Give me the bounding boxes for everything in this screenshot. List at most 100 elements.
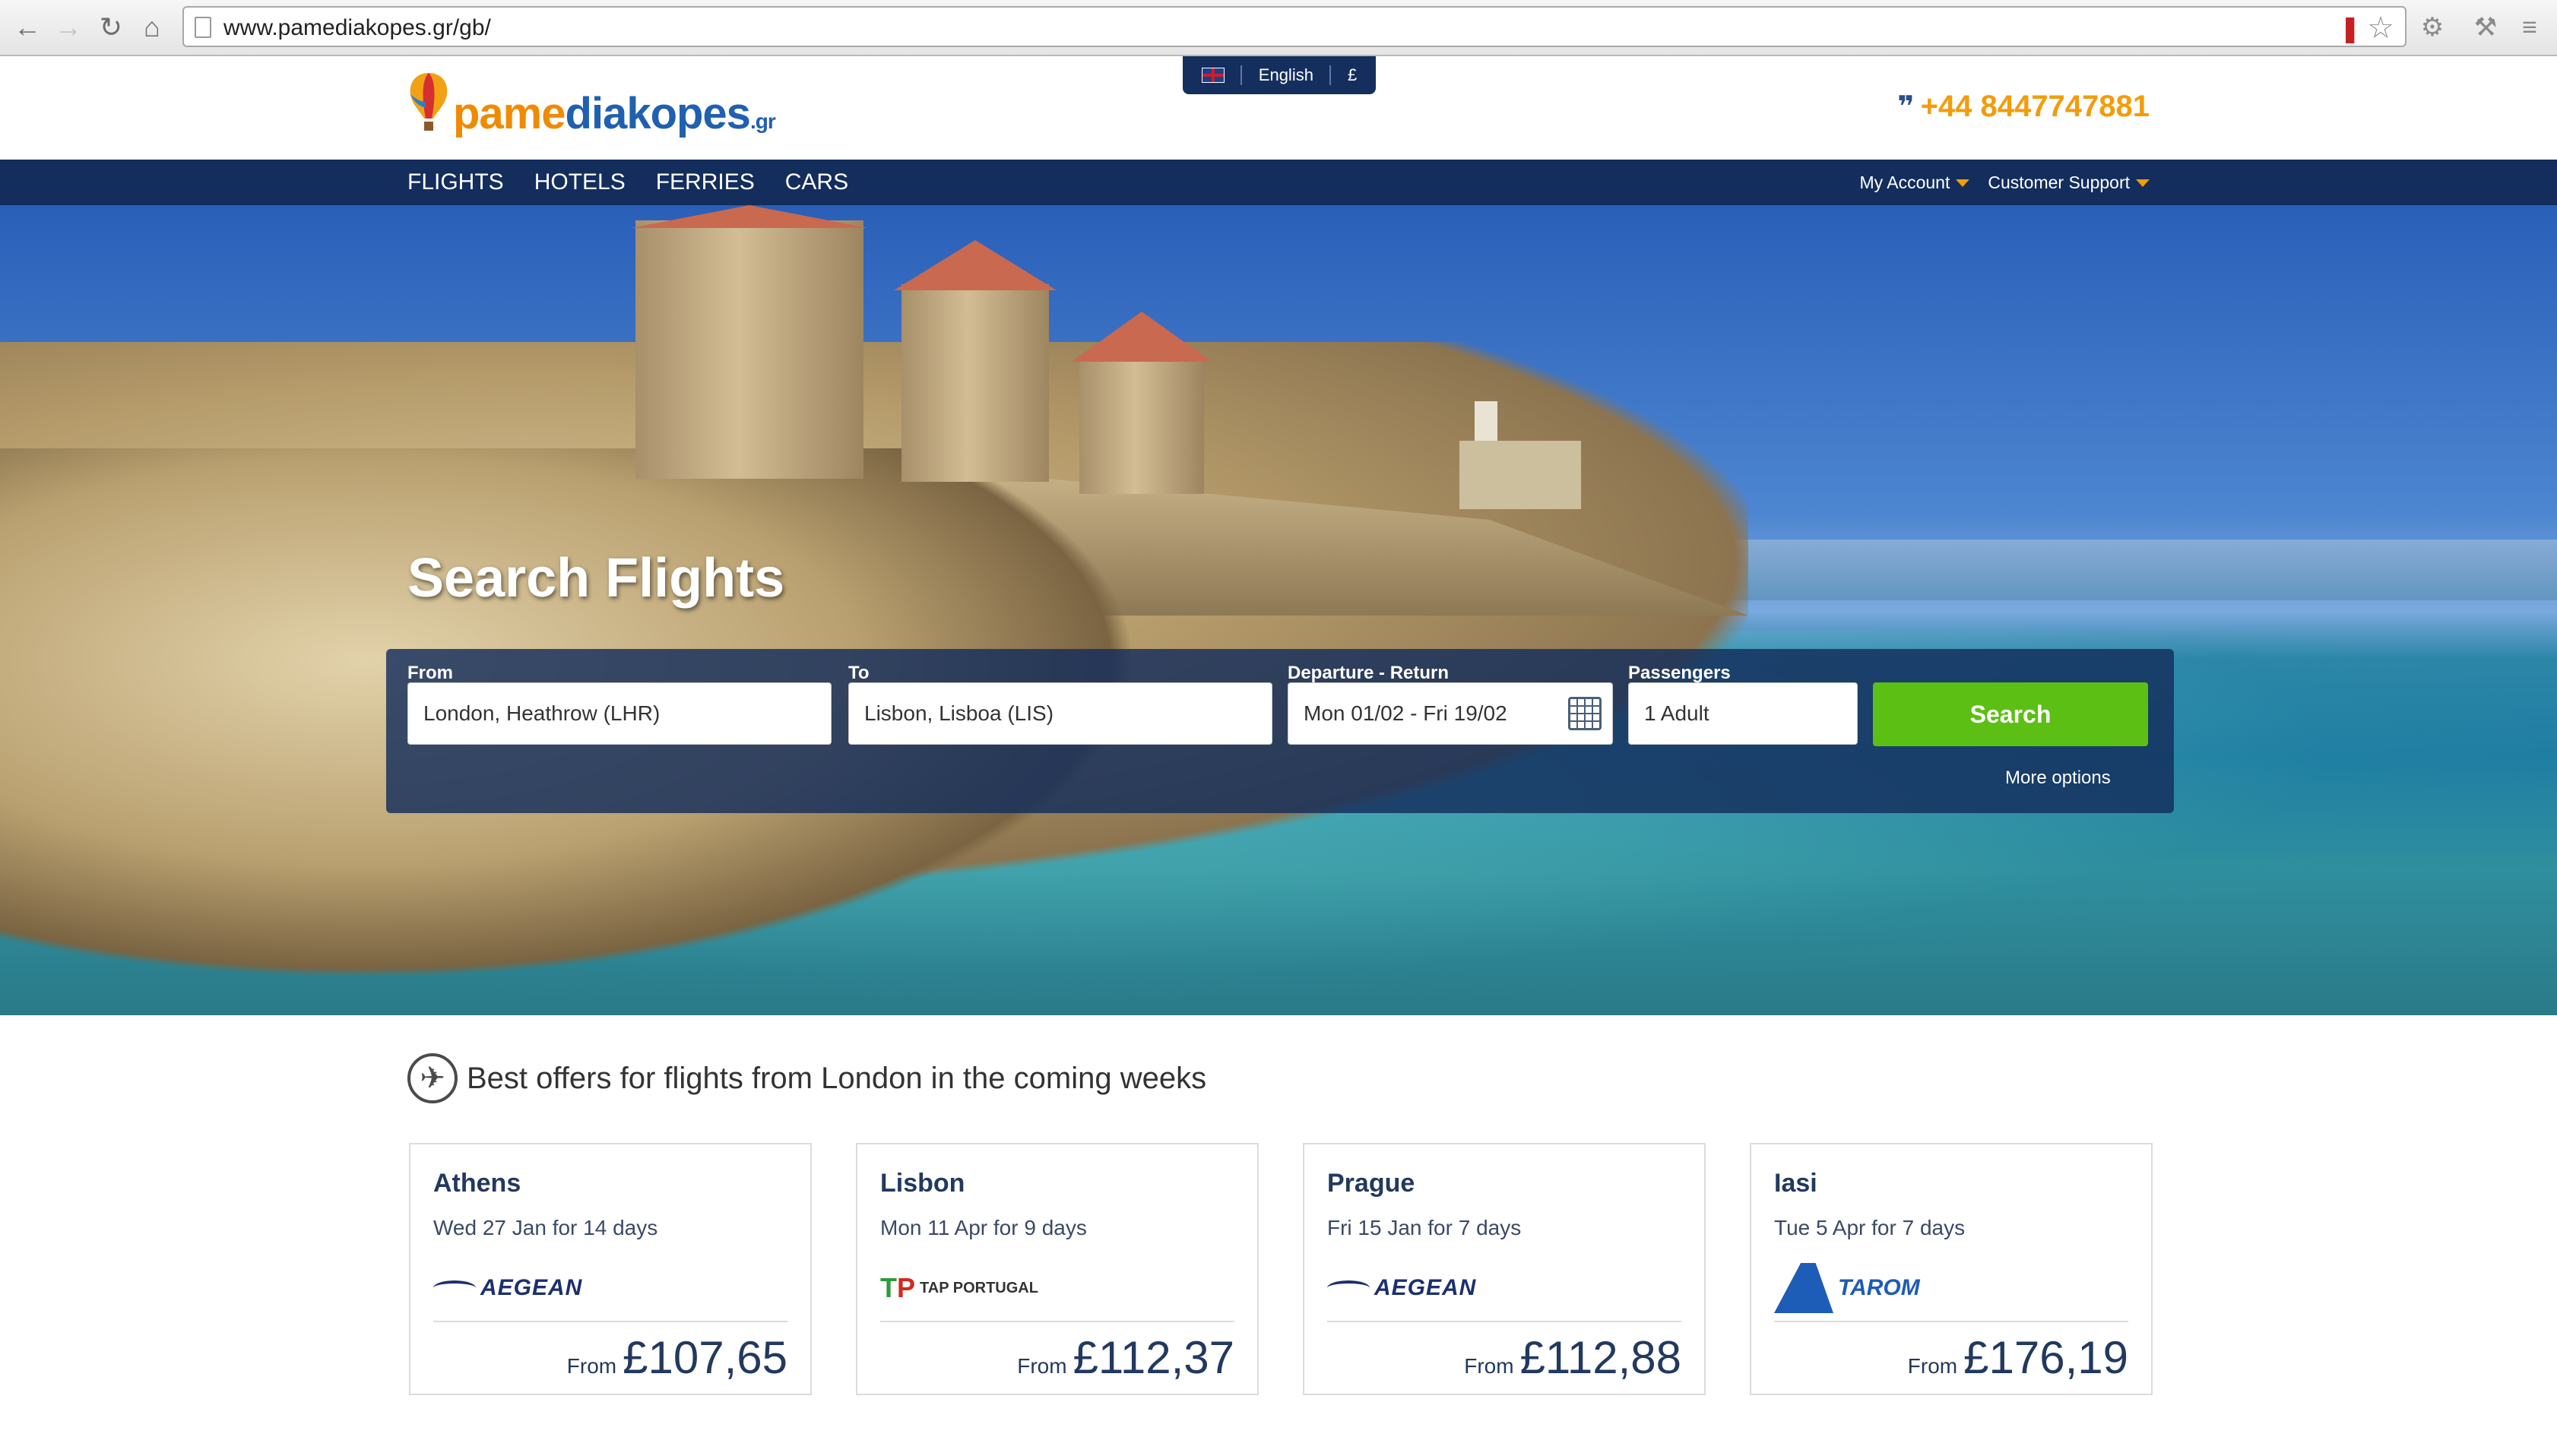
divider [433, 1321, 787, 1322]
airline-logo: TP TAP PORTUGAL [880, 1269, 1038, 1307]
divider [1329, 65, 1332, 85]
my-account-menu[interactable]: My Account [1859, 173, 1970, 193]
chevron-down-icon [1956, 179, 1970, 188]
passengers-input[interactable]: 1 Adult [1628, 682, 1858, 745]
airline-name: TAROM [1838, 1275, 1920, 1300]
phone-contact[interactable]: ❞ +44 8447747881 [1897, 90, 2150, 124]
price-prefix: From [566, 1354, 617, 1378]
offer-card-athens[interactable]: Athens Wed 27 Jan for 14 days AEGEAN Fro… [409, 1143, 812, 1395]
offers-title: Best offers for flights from London in t… [467, 1061, 1207, 1095]
currency-label[interactable]: £ [1348, 65, 1357, 85]
from-label: From [407, 663, 453, 683]
divider [1240, 65, 1243, 85]
phone-number[interactable]: +44 8447747881 [1921, 90, 2150, 124]
language-label[interactable]: English [1259, 65, 1313, 85]
home-icon[interactable]: ⌂ [135, 11, 169, 44]
divider [1327, 1321, 1681, 1322]
airline-logo: TAROM [1774, 1263, 1920, 1313]
page-icon [195, 17, 211, 38]
price-value[interactable]: £107,65 [623, 1331, 787, 1384]
offer-city[interactable]: Prague [1327, 1169, 1415, 1198]
offers-heading: ✈ Best offers for flights from London in… [407, 1053, 1206, 1103]
price-value[interactable]: £112,37 [1073, 1331, 1234, 1384]
nav-cars[interactable]: CARS [785, 169, 848, 195]
windmill-roof [894, 240, 1057, 290]
extension-tool-icon[interactable]: ⚙ [2414, 9, 2451, 46]
price-prefix: From [1017, 1354, 1067, 1378]
from-value[interactable]: London, Heathrow (LHR) [423, 701, 660, 726]
customer-support-label[interactable]: Customer Support [1988, 173, 2130, 192]
aegean-bird-icon [433, 1280, 476, 1296]
nav-hotels[interactable]: HOTELS [534, 169, 626, 195]
tap-logo-icon: TP [880, 1272, 916, 1303]
offer-price[interactable]: From £112,88 [1464, 1331, 1681, 1384]
logo-part2: diakopes [565, 89, 751, 138]
main-navigation: FLIGHTS HOTELS FERRIES CARS My Account C… [0, 160, 2557, 205]
offer-card-prague[interactable]: Prague Fri 15 Jan for 7 days AEGEAN From… [1303, 1143, 1706, 1395]
search-button[interactable]: Search [1873, 682, 2148, 746]
price-value[interactable]: £176,19 [1963, 1331, 2128, 1384]
offer-card-lisbon[interactable]: Lisbon Mon 11 Apr for 9 days TP TAP PORT… [856, 1143, 1259, 1395]
offer-dates: Wed 27 Jan for 14 days [433, 1216, 658, 1239]
wrench-icon[interactable]: ⚒ [2467, 9, 2504, 46]
windmill-tower [635, 220, 863, 479]
bookmark-star-icon[interactable]: ☆ [2367, 11, 2394, 46]
offer-price[interactable]: From £112,37 [1017, 1331, 1234, 1384]
hero-banner: Search Flights From London, Heathrow (LH… [0, 205, 2557, 1015]
language-selector[interactable]: English £ [1183, 56, 1376, 94]
chevron-down-icon [2136, 179, 2150, 188]
airline-name: AEGEAN [1374, 1275, 1477, 1300]
from-input[interactable]: London, Heathrow (LHR) [407, 682, 832, 745]
menu-icon[interactable]: ≡ [2511, 9, 2548, 46]
offer-city[interactable]: Iasi [1774, 1169, 1817, 1198]
windmill-tower [1079, 357, 1204, 494]
customer-support-menu[interactable]: Customer Support [1988, 173, 2150, 193]
tarom-logo-icon [1774, 1263, 1833, 1313]
extension-icon[interactable]: ❚ [2340, 14, 2362, 44]
offer-price[interactable]: From £176,19 [1908, 1331, 2128, 1384]
airline-name: AEGEAN [480, 1275, 583, 1300]
to-input[interactable]: Lisbon, Lisboa (LIS) [848, 682, 1272, 745]
dates-value[interactable]: Mon 01/02 - Fri 19/02 [1304, 701, 1507, 726]
windmill-roof [1072, 312, 1212, 362]
url-text[interactable]: www.pamediakopes.gr/gb/ [223, 15, 491, 41]
offer-city[interactable]: Athens [433, 1169, 521, 1198]
windmill-roof [631, 205, 868, 228]
calendar-icon[interactable] [1568, 697, 1602, 730]
balloon-logo-icon [410, 73, 448, 131]
logo-suffix: .gr [749, 109, 776, 133]
price-value[interactable]: £112,88 [1520, 1331, 1681, 1384]
nav-flights[interactable]: FLIGHTS [407, 169, 504, 195]
nav-ferries[interactable]: FERRIES [656, 169, 755, 195]
logo[interactable]: pamediakopes.gr [407, 71, 803, 140]
offer-price[interactable]: From £107,65 [567, 1331, 787, 1384]
dates-input[interactable]: Mon 01/02 - Fri 19/02 [1288, 682, 1613, 745]
fortress [1459, 441, 1581, 509]
flight-search-form: From London, Heathrow (LHR) To Lisbon, L… [386, 649, 2174, 813]
offer-city[interactable]: Lisbon [880, 1169, 965, 1198]
site-header: pamediakopes.gr English £ ❞ +44 84477478… [0, 56, 2557, 160]
price-prefix: From [1464, 1354, 1514, 1378]
logo-wordmark: pamediakopes.gr [453, 88, 776, 139]
to-label: To [848, 663, 870, 683]
more-options-link[interactable]: More options [2005, 768, 2111, 789]
offer-dates: Tue 5 Apr for 7 days [1774, 1216, 1966, 1239]
back-icon[interactable]: ← [11, 11, 44, 44]
browser-toolbar: ← → ↻ ⌂ www.pamediakopes.gr/gb/ ❚ ☆ ⚙ ⚒ … [0, 0, 2557, 56]
airline-name: TAP PORTUGAL [920, 1279, 1038, 1296]
logo-part1: pame [453, 89, 566, 138]
airline-logo: AEGEAN [1327, 1269, 1476, 1307]
forward-icon[interactable]: → [52, 11, 85, 44]
airplane-icon: ✈ [407, 1053, 458, 1103]
page-title: Search Flights [407, 548, 785, 609]
to-value[interactable]: Lisbon, Lisboa (LIS) [864, 701, 1054, 726]
my-account-label[interactable]: My Account [1859, 173, 1950, 192]
address-bar[interactable]: www.pamediakopes.gr/gb/ ❚ ☆ [182, 6, 2406, 47]
passengers-value[interactable]: 1 Adult [1644, 701, 1709, 726]
offer-card-iasi[interactable]: Iasi Tue 5 Apr for 7 days TAROM From £17… [1750, 1143, 2153, 1395]
offer-dates: Fri 15 Jan for 7 days [1327, 1216, 1522, 1239]
price-prefix: From [1907, 1354, 1958, 1378]
passengers-label: Passengers [1628, 663, 1731, 683]
reload-icon[interactable]: ↻ [94, 11, 128, 44]
divider [1774, 1321, 2128, 1322]
